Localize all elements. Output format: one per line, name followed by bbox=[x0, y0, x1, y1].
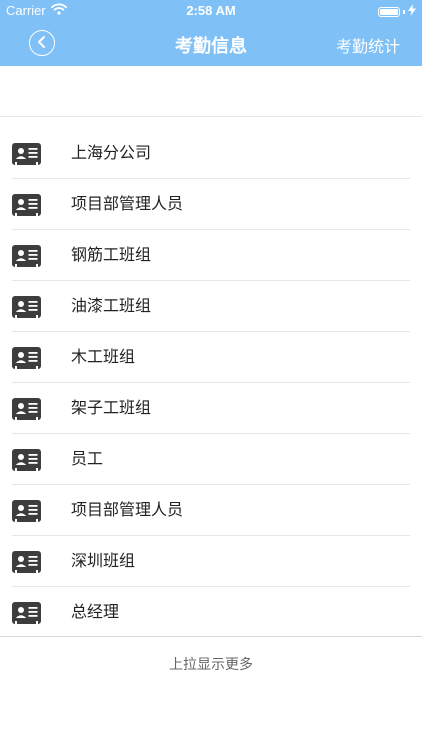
status-bar: Carrier 2:58 AM bbox=[0, 0, 422, 22]
list-item-label: 项目部管理人员 bbox=[71, 500, 184, 519]
charging-bolt-icon bbox=[408, 4, 416, 19]
contact-card-icon bbox=[12, 449, 41, 475]
list-item-label: 员工 bbox=[71, 449, 104, 468]
list-item[interactable]: 架子工班组 bbox=[0, 383, 422, 434]
list-item[interactable]: 总经理 bbox=[0, 587, 422, 638]
list-item[interactable]: 油漆工班组 bbox=[0, 281, 422, 332]
list-bottom-divider bbox=[0, 636, 422, 637]
list-item-label: 深圳班组 bbox=[71, 551, 136, 570]
contact-card-icon bbox=[12, 194, 41, 220]
navbar: 考勤信息 考勤统计 bbox=[0, 22, 422, 66]
contact-card-icon bbox=[12, 245, 41, 271]
battery-icon bbox=[378, 6, 400, 17]
group-list: 上海分公司 项目部管理人员 钢筋工班组 油漆工班组 木工班组 架子工班组 员工 … bbox=[0, 128, 422, 638]
list-item-label: 上海分公司 bbox=[71, 143, 152, 162]
list-item[interactable]: 项目部管理人员 bbox=[0, 485, 422, 536]
list-item[interactable]: 钢筋工班组 bbox=[0, 230, 422, 281]
list-item[interactable]: 员工 bbox=[0, 434, 422, 485]
battery-tip bbox=[403, 9, 405, 14]
list-item[interactable]: 上海分公司 bbox=[0, 128, 422, 179]
contact-card-icon bbox=[12, 602, 41, 628]
status-time: 2:58 AM bbox=[186, 3, 236, 18]
list-item-label: 总经理 bbox=[71, 602, 120, 621]
list-item-label: 架子工班组 bbox=[71, 398, 152, 417]
contact-card-icon bbox=[12, 143, 41, 169]
header: Carrier 2:58 AM 考勤信息 考勤统计 bbox=[0, 0, 422, 66]
list-item[interactable]: 木工班组 bbox=[0, 332, 422, 383]
list-item[interactable]: 深圳班组 bbox=[0, 536, 422, 587]
contact-card-icon bbox=[12, 551, 41, 577]
contact-card-icon bbox=[12, 500, 41, 526]
contact-card-icon bbox=[12, 296, 41, 322]
list-item-label: 钢筋工班组 bbox=[71, 245, 152, 264]
status-right bbox=[378, 4, 416, 19]
list-item[interactable]: 项目部管理人员 bbox=[0, 179, 422, 230]
load-more-hint[interactable]: 上拉显示更多 bbox=[0, 654, 422, 674]
battery-fill bbox=[380, 8, 398, 15]
contact-card-icon bbox=[12, 347, 41, 373]
list-item-label: 木工班组 bbox=[71, 347, 136, 366]
header-spacer bbox=[0, 66, 422, 117]
contact-card-icon bbox=[12, 398, 41, 424]
list-item-label: 项目部管理人员 bbox=[71, 194, 184, 213]
attendance-stats-button[interactable]: 考勤统计 bbox=[336, 33, 400, 57]
list-item-label: 油漆工班组 bbox=[71, 296, 152, 315]
